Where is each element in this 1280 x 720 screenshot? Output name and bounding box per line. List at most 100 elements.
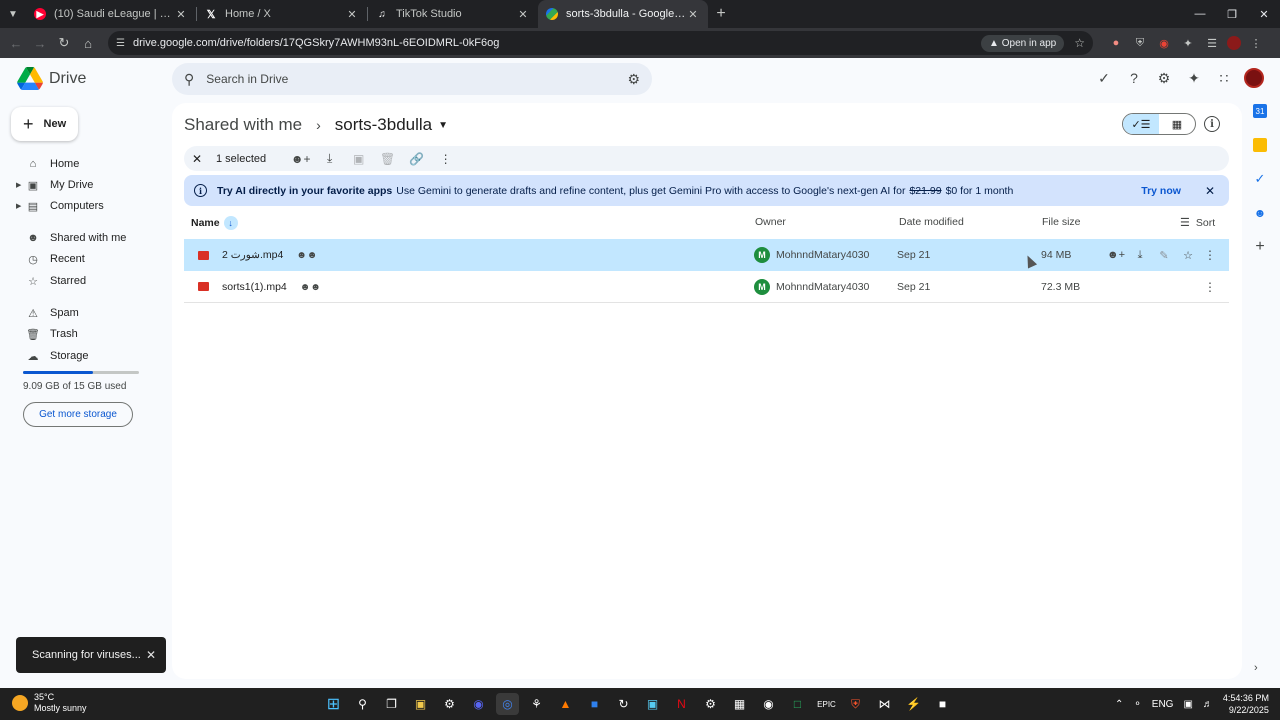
settings-gear-icon[interactable]: ⚙ bbox=[1154, 68, 1174, 88]
sidebar-item-recent[interactable]: ◷ Recent bbox=[16, 249, 85, 269]
app-a-icon[interactable]: ▲ bbox=[554, 693, 577, 715]
browser-tab-x-home[interactable]: 𝕏 Home / X ✕ bbox=[197, 0, 367, 28]
grid-view-icon[interactable]: ▦ bbox=[1159, 114, 1195, 134]
share-icon[interactable]: ☻+ bbox=[1104, 249, 1128, 262]
row-more-actions-icon[interactable]: ⋮ bbox=[1204, 248, 1216, 262]
address-bar[interactable]: ☰ drive.google.com/drive/folders/17QGSkr… bbox=[108, 31, 1093, 55]
browser-menu-icon[interactable]: ⋮ bbox=[1247, 34, 1265, 52]
offline-ready-icon[interactable]: ✓ bbox=[1094, 68, 1114, 88]
search-input[interactable]: Search in Drive bbox=[206, 72, 627, 86]
discord-icon[interactable]: ◉ bbox=[467, 693, 490, 715]
terminal-icon[interactable]: □ bbox=[786, 693, 809, 715]
sidebar-item-starred[interactable]: ☆ Starred bbox=[16, 271, 86, 291]
more-actions-icon[interactable]: ⋮ bbox=[431, 152, 460, 166]
clear-selection-icon[interactable]: ✕ bbox=[190, 152, 204, 166]
reload-icon[interactable]: ↻ bbox=[52, 35, 76, 51]
file-row[interactable]: 2 شورت.mp4 ☻☻ M MohnndMatary4030 Sep 21 … bbox=[184, 239, 1229, 271]
chrome-icon[interactable]: ◎ bbox=[496, 693, 519, 715]
app-n-icon[interactable]: ■ bbox=[583, 693, 606, 715]
close-snackbar-icon[interactable]: ✕ bbox=[146, 648, 156, 662]
app-misc-icon[interactable]: ■ bbox=[931, 693, 954, 715]
clock[interactable]: 4:54:36 PM 9/22/2025 bbox=[1223, 692, 1269, 716]
sidebar-item-spam[interactable]: ⚠ Spam bbox=[16, 303, 79, 323]
expand-caret-icon[interactable]: ▶ bbox=[16, 202, 24, 210]
sidebar-item-my-drive[interactable]: ▶ ▣ My Drive bbox=[16, 175, 93, 195]
browser-tab-saudi-eleague[interactable]: ▶ (10) Saudi eLeague | Elite - Ma... ✕ bbox=[26, 0, 196, 28]
breadcrumb-current-folder[interactable]: sorts-3bdulla bbox=[335, 115, 432, 135]
calculator-icon[interactable]: ▦ bbox=[728, 693, 751, 715]
new-button[interactable]: + New bbox=[11, 107, 78, 141]
download-icon[interactable]: ⤓ bbox=[1128, 249, 1152, 262]
minimize-icon[interactable]: — bbox=[1184, 8, 1216, 21]
contacts-icon[interactable]: ☻ bbox=[1253, 206, 1267, 220]
get-addons-plus-icon[interactable]: + bbox=[1253, 238, 1267, 255]
get-more-storage-button[interactable]: Get more storage bbox=[23, 402, 133, 427]
browser-tab-google-drive[interactable]: sorts-3bdulla - Google Drive ✕ bbox=[538, 0, 708, 28]
sidebar-item-storage[interactable]: ☁ Storage bbox=[16, 346, 89, 366]
file-row[interactable]: sorts1(1).mp4 ☻☻ M MohnndMatary4030 Sep … bbox=[184, 271, 1229, 303]
download-icon[interactable]: ⤓ bbox=[315, 151, 344, 166]
obs-icon[interactable]: ◉ bbox=[757, 693, 780, 715]
search-options-icon[interactable]: ⚙ bbox=[627, 71, 640, 88]
language-indicator[interactable]: ENG bbox=[1152, 699, 1174, 710]
bookmark-star-icon[interactable]: ☆ bbox=[1074, 36, 1085, 50]
help-icon[interactable]: ? bbox=[1124, 68, 1144, 88]
close-tab-icon[interactable]: ✕ bbox=[516, 8, 530, 21]
file-name-cell[interactable]: 2 شورت.mp4 ☻☻ bbox=[222, 249, 317, 261]
close-window-icon[interactable]: ✕ bbox=[1248, 8, 1280, 21]
back-arrow-icon[interactable]: ← bbox=[4, 36, 28, 51]
tab-search-chevron-icon[interactable]: ▼ bbox=[0, 0, 26, 28]
file-name-cell[interactable]: sorts1(1).mp4 ☻☻ bbox=[222, 281, 321, 293]
netflix-icon[interactable]: N bbox=[670, 693, 693, 715]
profile-avatar[interactable] bbox=[1227, 36, 1241, 50]
site-info-icon[interactable]: ☰ bbox=[116, 38, 125, 49]
windows-start-icon[interactable]: ⊞ bbox=[322, 693, 345, 715]
search-icon[interactable]: ⚲ bbox=[184, 71, 194, 88]
try-now-button[interactable]: Try now bbox=[1141, 185, 1181, 197]
expand-caret-icon[interactable]: ▶ bbox=[16, 181, 24, 189]
list-view-icon[interactable]: ✓☰ bbox=[1123, 114, 1159, 134]
sort-button[interactable]: ☰ Sort bbox=[1180, 216, 1215, 230]
steam-icon[interactable]: ⚘ bbox=[525, 693, 548, 715]
account-avatar[interactable] bbox=[1244, 68, 1264, 88]
microphone-icon[interactable]: ⚬ bbox=[1133, 699, 1141, 710]
network-icon[interactable]: ▣ bbox=[1183, 699, 1192, 710]
close-tab-icon[interactable]: ✕ bbox=[345, 8, 359, 21]
copy-link-icon[interactable]: 🔗 bbox=[402, 152, 431, 166]
delete-icon[interactable]: 🗑 bbox=[373, 152, 402, 166]
gemini-sparkle-icon[interactable]: ✦ bbox=[1184, 68, 1204, 88]
column-header-owner[interactable]: Owner bbox=[755, 216, 786, 228]
browser-tab-tiktok-studio[interactable]: ♫ TikTok Studio ✕ bbox=[368, 0, 538, 28]
search-icon[interactable]: ⚲ bbox=[351, 693, 374, 715]
search-bar[interactable]: ⚲ Search in Drive ⚙ bbox=[172, 63, 652, 95]
file-explorer-icon[interactable]: ▣ bbox=[409, 693, 432, 715]
open-in-app-button[interactable]: ▲ Open in app bbox=[981, 34, 1065, 52]
apps-grid-icon[interactable]: ∷ bbox=[1214, 68, 1234, 88]
tasks-icon[interactable]: ✓ bbox=[1253, 171, 1267, 186]
rename-pencil-icon[interactable]: ✎ bbox=[1152, 249, 1176, 262]
calendar-icon[interactable]: 31 bbox=[1253, 104, 1267, 118]
close-tab-icon[interactable]: ✕ bbox=[174, 8, 188, 21]
drive-logo[interactable]: Drive bbox=[17, 67, 86, 90]
sidebar-item-home[interactable]: ⌂ Home bbox=[16, 154, 80, 174]
keep-icon[interactable] bbox=[1253, 138, 1267, 152]
app-lightning-icon[interactable]: ⚡ bbox=[902, 693, 925, 715]
photos-icon[interactable]: ▣ bbox=[641, 693, 664, 715]
sidebar-item-trash[interactable]: 🗑 Trash bbox=[16, 324, 78, 344]
capcut-icon[interactable]: ⋈ bbox=[873, 693, 896, 715]
restore-icon[interactable]: ❐ bbox=[1216, 8, 1248, 21]
sort-arrow-down-icon[interactable]: ↓ bbox=[223, 216, 238, 230]
column-header-file-size[interactable]: File size bbox=[1042, 216, 1081, 228]
new-tab-plus-icon[interactable]: + bbox=[708, 5, 734, 23]
row-more-actions-icon[interactable]: ⋮ bbox=[1204, 280, 1216, 294]
sync-app-icon[interactable]: ↻ bbox=[612, 693, 635, 715]
record-extension-icon[interactable]: ◉ bbox=[1155, 34, 1173, 52]
epic-games-icon[interactable]: EPIC bbox=[815, 693, 838, 715]
media-control-icon[interactable]: ☰ bbox=[1203, 34, 1221, 52]
breadcrumb-parent-link[interactable]: Shared with me bbox=[184, 115, 302, 135]
share-icon[interactable]: ☻+ bbox=[286, 152, 315, 166]
weather-widget[interactable]: 35°C Mostly sunny bbox=[12, 692, 87, 714]
forward-arrow-icon[interactable]: → bbox=[28, 36, 52, 51]
volume-icon[interactable]: ♬ bbox=[1203, 699, 1213, 710]
tray-overflow-chevron-icon[interactable]: ⌃ bbox=[1115, 699, 1123, 710]
